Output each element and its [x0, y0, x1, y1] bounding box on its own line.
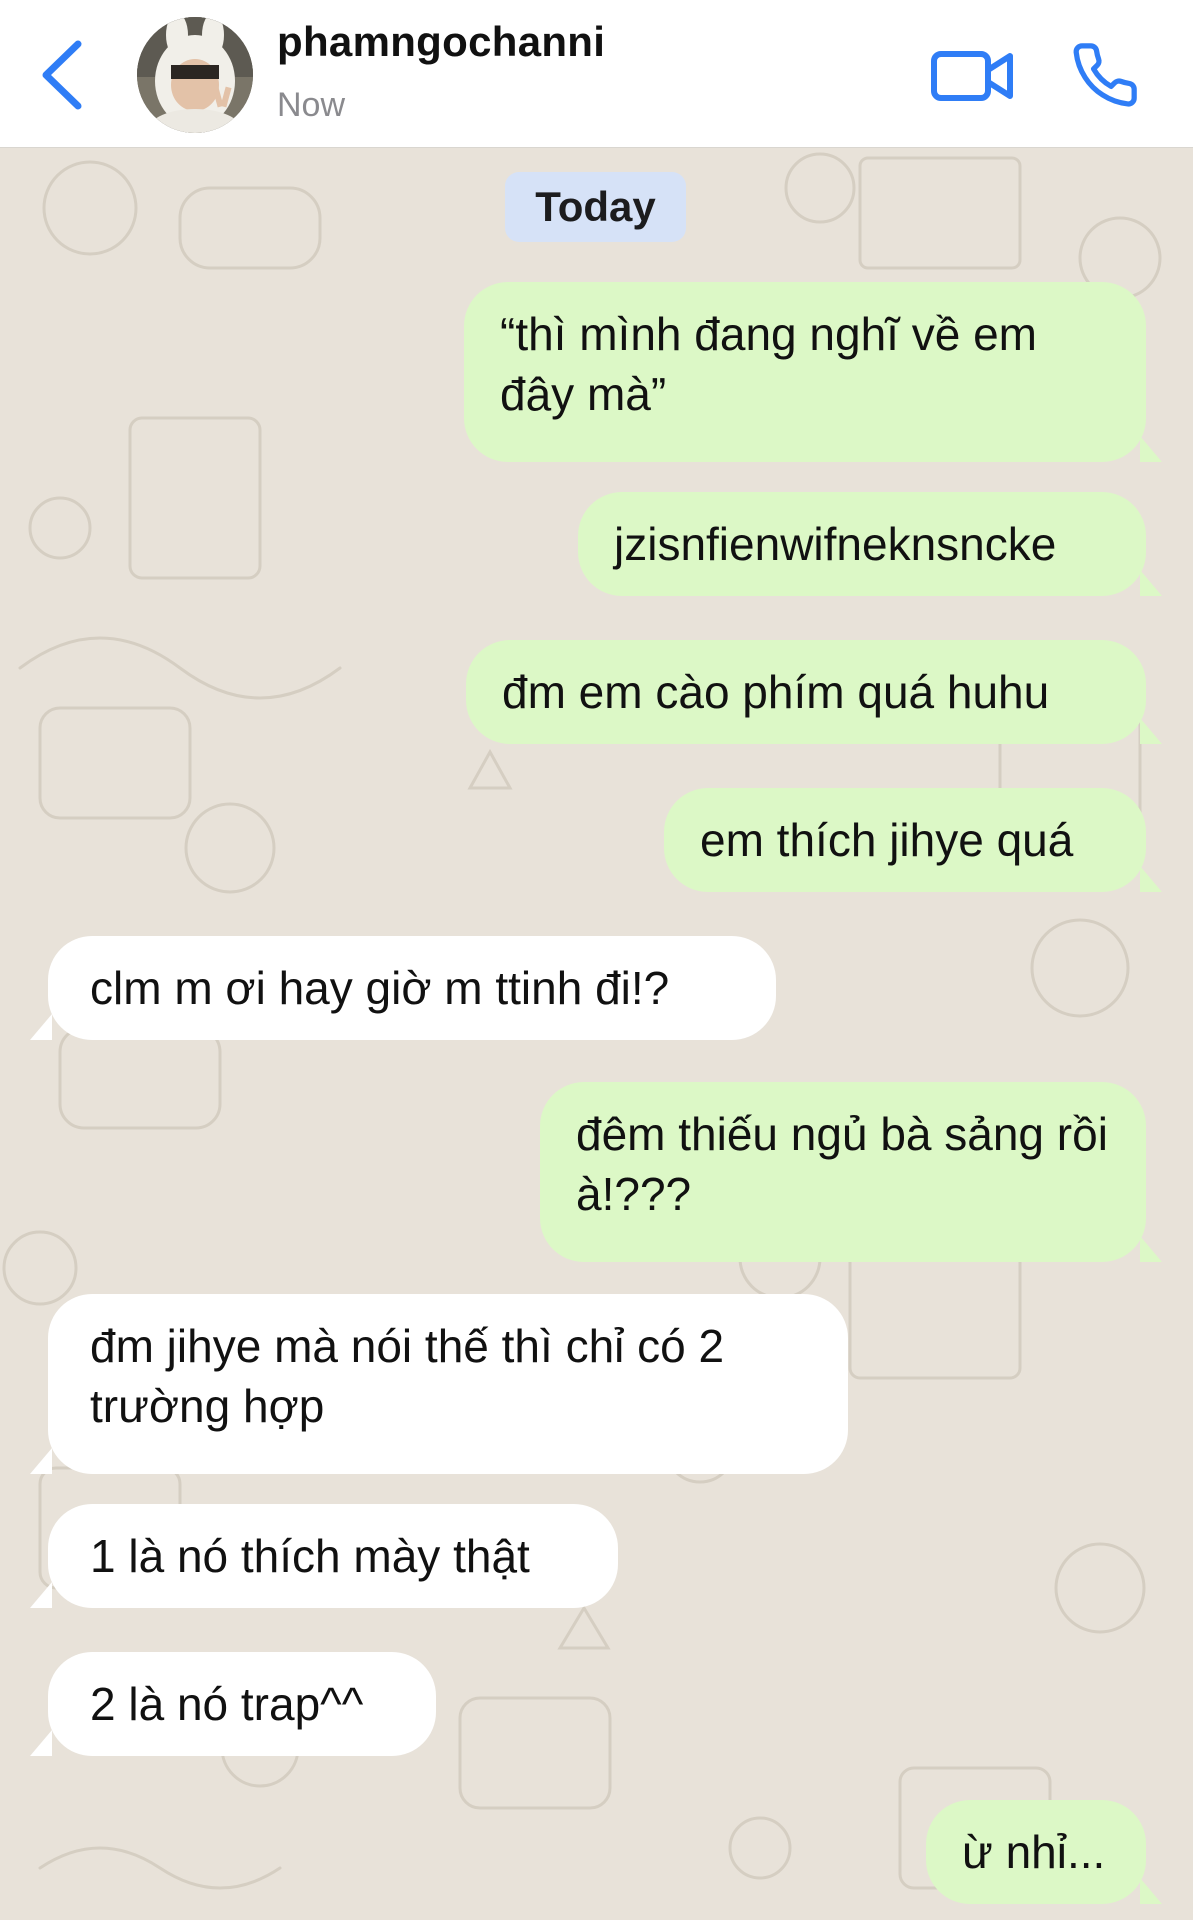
- message-bubble-outgoing[interactable]: “thì mình đang nghĩ về em đây mà”: [464, 282, 1146, 462]
- bubble-tail: [30, 1014, 52, 1040]
- message-text: “thì mình đang nghĩ về em đây mà”: [500, 308, 1037, 420]
- chat-header: phamngochanni Now: [0, 0, 1193, 148]
- bubble-tail: [30, 1730, 52, 1756]
- message-text: clm m ơi hay giờ m ttinh đi!?: [90, 962, 670, 1014]
- bubble-tail: [1140, 570, 1162, 596]
- bubble-tail: [1140, 436, 1162, 462]
- contact-status: Now: [277, 86, 346, 124]
- message-text: ừ nhỉ...: [962, 1826, 1106, 1878]
- video-camera-icon: [931, 51, 1013, 101]
- date-separator: Today: [505, 172, 686, 242]
- bubble-tail: [1140, 1878, 1162, 1904]
- message-list[interactable]: Today “thì mình đang nghĩ về em đây mà” …: [0, 148, 1193, 1920]
- avatar-image: [137, 17, 253, 133]
- phone-icon: [1073, 43, 1137, 107]
- bubble-tail: [1140, 1236, 1162, 1262]
- voice-call-button[interactable]: [1070, 40, 1140, 110]
- message-bubble-incoming[interactable]: 2 là nó trap^^: [48, 1652, 436, 1756]
- chevron-left-icon: [42, 40, 82, 110]
- message-bubble-outgoing[interactable]: đêm thiếu ngủ bà sảng rồi à!???: [540, 1082, 1146, 1262]
- bubble-tail: [30, 1448, 52, 1474]
- message-bubble-incoming[interactable]: 1 là nó thích mày thật: [48, 1504, 618, 1608]
- message-text: đm em cào phím quá huhu: [502, 666, 1050, 718]
- bubble-tail: [30, 1582, 52, 1608]
- message-text: đêm thiếu ngủ bà sảng rồi à!???: [576, 1108, 1108, 1220]
- message-bubble-incoming[interactable]: đm jihye mà nói thế thì chỉ có 2 trường …: [48, 1294, 848, 1474]
- message-bubble-incoming[interactable]: clm m ơi hay giờ m ttinh đi!?: [48, 936, 776, 1040]
- back-button[interactable]: [30, 30, 100, 120]
- contact-avatar[interactable]: [137, 17, 253, 133]
- message-text: jzisnfienwifneknsncke: [614, 518, 1057, 570]
- message-bubble-outgoing[interactable]: đm em cào phím quá huhu: [466, 640, 1146, 744]
- bubble-tail: [1140, 866, 1162, 892]
- message-bubble-outgoing[interactable]: jzisnfienwifneknsncke: [578, 492, 1146, 596]
- message-text: 2 là nó trap^^: [90, 1678, 364, 1730]
- contact-name[interactable]: phamngochanni: [277, 18, 605, 66]
- message-text: 1 là nó thích mày thật: [90, 1530, 530, 1582]
- message-bubble-outgoing[interactable]: em thích jihye quá: [664, 788, 1146, 892]
- message-bubble-outgoing[interactable]: ừ nhỉ...: [926, 1800, 1146, 1904]
- bubble-tail: [1140, 718, 1162, 744]
- message-text: em thích jihye quá: [700, 814, 1074, 866]
- message-text: đm jihye mà nói thế thì chỉ có 2 trường …: [90, 1320, 725, 1432]
- video-call-button[interactable]: [930, 42, 1016, 110]
